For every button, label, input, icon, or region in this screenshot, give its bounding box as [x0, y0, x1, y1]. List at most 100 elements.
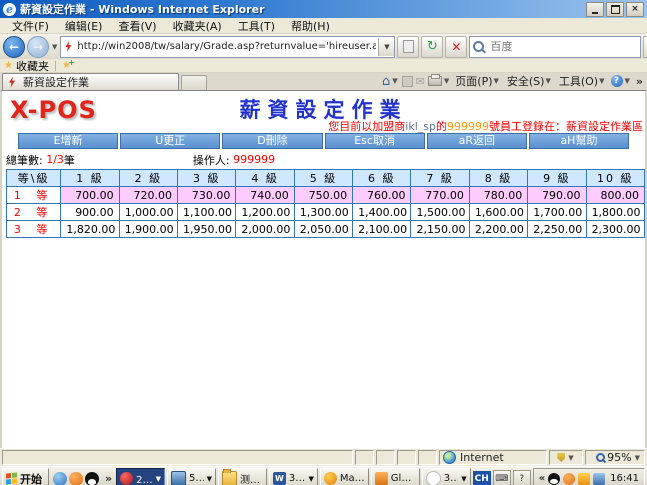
status-panel	[418, 450, 437, 465]
language-indicator[interactable]: CH	[473, 471, 491, 485]
menu-item[interactable]: 编辑(E)	[57, 18, 111, 34]
favorites-label[interactable]: 收藏夹	[16, 58, 49, 74]
divider	[55, 61, 56, 71]
info-row: 總筆數: 1/3筆 操作人: 999999	[6, 151, 641, 168]
address-input[interactable]	[75, 38, 378, 56]
taskbar-task-button[interactable]: 测试文档	[218, 468, 267, 485]
search-input[interactable]	[488, 39, 637, 54]
status-bar: Internet ▼ 95% ▼	[0, 448, 647, 466]
row-label: 3 等	[7, 221, 61, 238]
taskbar-task-button[interactable]: Global...	[371, 468, 420, 485]
action-button[interactable]: D刪除	[222, 133, 322, 149]
chevron-down-icon: ▼	[461, 475, 466, 483]
minimize-button[interactable]	[586, 2, 604, 17]
table-row[interactable]: 2 等900.001,000.001,100.001,200.001,300.0…	[7, 204, 645, 221]
table-row[interactable]: 3 等1,820.001,900.001,950.002,000.002,050…	[7, 221, 645, 238]
ime-options-button[interactable]: ?	[513, 470, 531, 485]
protected-mode-panel[interactable]: ▼	[549, 450, 583, 465]
home-button[interactable]: ⌂▼	[382, 75, 399, 88]
action-button[interactable]: aH幫助	[529, 133, 629, 149]
table-row[interactable]: 1 等700.00720.00730.00740.00750.00760.007…	[7, 187, 645, 204]
command-bar-button[interactable]: 页面(P)▼	[453, 73, 502, 89]
status-panel	[376, 450, 395, 465]
menu-item[interactable]: 帮助(H)	[283, 18, 338, 34]
grade-value-cell: 750.00	[294, 187, 352, 204]
quick-launch-overflow-icon[interactable]: »	[103, 472, 114, 485]
taskbar-task-button[interactable]: 5 Rem...▼	[167, 468, 216, 485]
ie-logo-icon: e	[3, 3, 16, 16]
keyboard-indicator[interactable]: ⌨	[493, 470, 511, 485]
uc-tray-icon[interactable]	[563, 473, 575, 485]
print-button[interactable]: ▼	[428, 76, 450, 86]
task-label: 5 Rem...	[189, 473, 204, 484]
command-bar-button[interactable]: 工具(O)▼	[557, 73, 608, 89]
feeds-button[interactable]	[402, 76, 413, 87]
address-dropdown-button[interactable]: ▼	[378, 38, 394, 56]
action-button[interactable]: U更正	[120, 133, 220, 149]
search-go-button[interactable]	[643, 36, 647, 58]
tab-flash-icon	[8, 77, 16, 88]
zoom-magnifier-icon	[596, 453, 605, 462]
qq-tray-icon[interactable]	[548, 473, 560, 485]
record-count-unit: 筆	[64, 152, 75, 168]
action-button[interactable]: E增新	[18, 133, 118, 149]
help-button[interactable]: ?▼	[611, 75, 631, 87]
refresh-button[interactable]: ↻	[421, 36, 443, 58]
overflow-chevron-icon[interactable]: »	[634, 75, 645, 88]
menu-item[interactable]: 查看(V)	[110, 18, 164, 34]
taskbar-task-button[interactable]: 3 Int...▼	[422, 468, 471, 485]
minimize-icon	[592, 12, 598, 14]
table-column-header: 5 級	[294, 170, 352, 187]
back-button[interactable]: ←	[3, 36, 25, 58]
taskbar-task-button[interactable]: W3 Mic...▼	[269, 468, 318, 485]
login-status-mid: 的	[436, 120, 447, 133]
uc-icon[interactable]	[69, 472, 83, 485]
qq-icon[interactable]	[85, 472, 99, 485]
record-count-value: 1/3	[46, 153, 64, 166]
chevron-down-icon: ▼	[156, 475, 161, 483]
flash-page-icon	[64, 41, 72, 52]
history-dropdown-icon[interactable]: ▼	[51, 43, 58, 51]
operator-value: 999999	[233, 153, 275, 166]
task-label: Macrom...	[340, 473, 365, 484]
action-button[interactable]: Esc取消	[325, 133, 425, 149]
keyboard-icon: ⌨	[495, 474, 508, 484]
mail-icon: ✉	[416, 76, 425, 87]
maximize-button[interactable]	[606, 2, 624, 17]
start-button[interactable]: 开始	[2, 468, 49, 485]
zoom-control[interactable]: 95% ▼	[585, 450, 645, 465]
read-mail-button[interactable]: ✉	[416, 76, 425, 87]
menu-item[interactable]: 文件(F)	[4, 18, 57, 34]
table-column-header: 3 級	[178, 170, 236, 187]
network-tray-icon[interactable]	[593, 473, 605, 485]
grade-value-cell: 1,300.00	[294, 204, 352, 221]
menu-item[interactable]: 工具(T)	[230, 18, 283, 34]
table-header-row: 等\級1 級2 級3 級4 級5 級6 級7 級8 級9 級10 級	[7, 170, 645, 187]
forward-button[interactable]: →	[27, 36, 49, 58]
search-box[interactable]	[469, 36, 641, 58]
command-bar-button[interactable]: 安全(S)▼	[505, 73, 554, 89]
new-tab-button[interactable]	[181, 75, 207, 90]
tab-salary-setting[interactable]: 薪資設定作業	[2, 73, 179, 90]
action-button[interactable]: aR返回	[427, 133, 527, 149]
task-buttons: 2 新浪UC▼5 Rem...▼测试文档W3 Mic...▼Macrom...G…	[116, 468, 471, 485]
grade-value-cell: 1,820.00	[61, 221, 119, 238]
status-panel	[397, 450, 416, 465]
compatibility-button[interactable]	[397, 36, 419, 58]
grade-value-cell: 2,150.00	[411, 221, 469, 238]
home-icon: ⌂	[382, 75, 390, 88]
page-content: X-POS 薪資設定作業 您目前以加盟商ikl_sp的999999號員工登錄在：…	[0, 90, 647, 448]
taskbar-task-button[interactable]: 2 新浪UC▼	[116, 468, 165, 485]
taskbar-task-button[interactable]: Macrom...	[320, 468, 369, 485]
stop-button[interactable]: ✕	[445, 36, 467, 58]
security-zone-panel[interactable]: Internet	[439, 450, 547, 465]
tray-collapse-icon[interactable]: «	[539, 473, 545, 484]
address-bar[interactable]: ▼	[60, 36, 395, 58]
table-column-header: 2 級	[119, 170, 177, 187]
desktop-icon[interactable]	[53, 472, 67, 485]
chevron-down-icon: ▼	[207, 475, 212, 483]
menu-item[interactable]: 收藏夹(A)	[165, 18, 230, 34]
close-button[interactable]: ×	[626, 2, 644, 17]
add-favorite-icon[interactable]: ★	[62, 61, 71, 71]
update-tray-icon[interactable]	[578, 473, 590, 485]
